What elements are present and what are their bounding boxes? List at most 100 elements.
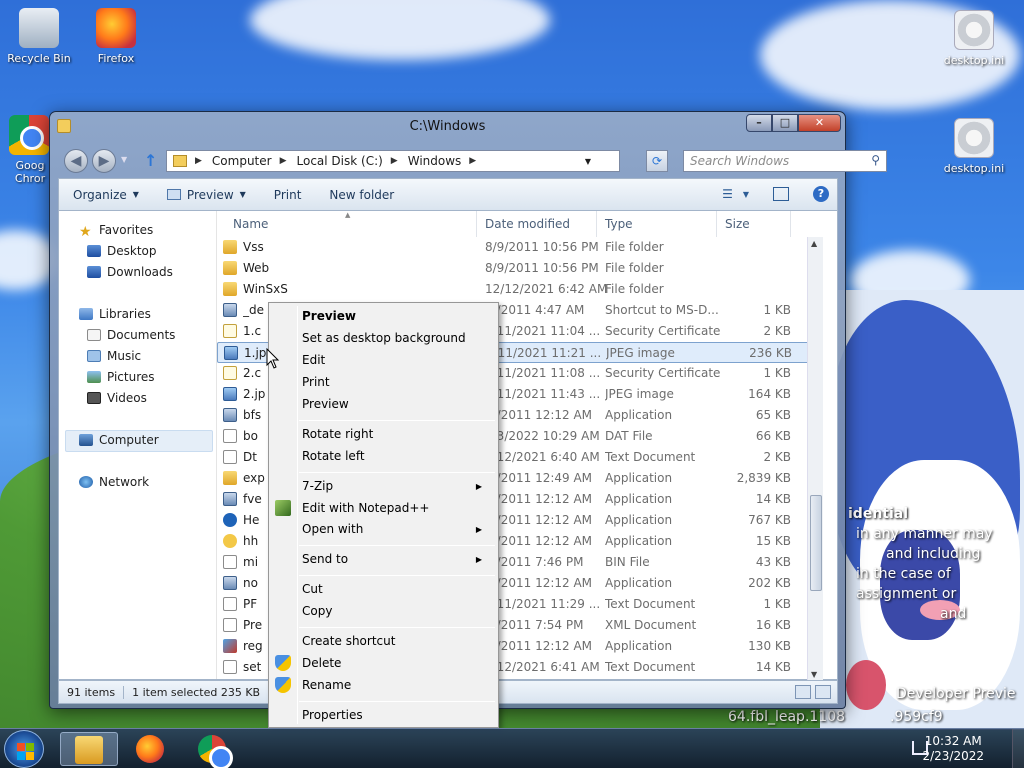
breadcrumb-arrow-icon[interactable]: ▶ xyxy=(195,156,202,166)
nav-downloads[interactable]: Downloads xyxy=(87,265,173,279)
nav-network[interactable]: Network xyxy=(79,475,149,489)
search-icon[interactable]: ⚲ xyxy=(871,153,880,167)
menu-item-open-with[interactable]: Open with ▶ xyxy=(302,522,492,536)
close-button[interactable]: ✕ xyxy=(798,114,841,132)
file-name: bfs xyxy=(243,408,262,422)
forward-button[interactable]: ▶ xyxy=(92,149,116,173)
scroll-down-icon[interactable]: ▼ xyxy=(811,670,817,679)
desktop-icon xyxy=(87,245,101,257)
nav-favorites[interactable]: ★ Favorites xyxy=(79,223,153,240)
system-clock[interactable]: 10:32 AM 2/23/2022 xyxy=(922,734,984,764)
menu-item-copy[interactable]: Copy xyxy=(302,604,492,618)
desktop-icon-desktop-ini[interactable]: desktop.ini xyxy=(938,118,1010,175)
menu-item-delete[interactable]: Delete xyxy=(302,656,492,670)
menu-item-preview[interactable]: Preview xyxy=(302,309,492,323)
folder-icon xyxy=(223,471,237,485)
show-desktop-button[interactable] xyxy=(1012,729,1024,768)
desktop-icon-firefox[interactable]: Firefox xyxy=(80,8,152,65)
menu-item-preview[interactable]: Preview xyxy=(302,397,492,411)
breadcrumb-arrow-icon[interactable]: ▶ xyxy=(469,156,476,166)
title-bar[interactable]: C:\Windows – □ ✕ xyxy=(50,112,845,142)
back-button[interactable]: ◀ xyxy=(64,149,88,173)
column-header-type[interactable]: Type xyxy=(597,211,717,237)
menu-item-create-shortcut[interactable]: Create shortcut xyxy=(302,634,492,648)
organize-button[interactable]: Organize ▼ xyxy=(73,188,139,202)
file-date: 2/12/2021 6:40 AM xyxy=(485,450,600,464)
breadcrumb-computer[interactable]: Computer xyxy=(212,154,272,168)
new-folder-button[interactable]: New folder xyxy=(329,188,394,202)
breadcrumb-local-disk[interactable]: Local Disk (C:) xyxy=(297,154,383,168)
column-label: Type xyxy=(605,217,633,231)
music-icon xyxy=(87,350,101,362)
details-view-icon[interactable] xyxy=(795,685,811,699)
scroll-thumb[interactable] xyxy=(810,495,822,591)
taskbar-chrome[interactable] xyxy=(184,732,242,768)
file-size: 65 KB xyxy=(755,408,791,422)
file-row[interactable]: WinSxS 12/12/2021 6:42 AM File folder xyxy=(217,279,823,300)
preview-pane-icon[interactable] xyxy=(773,187,789,201)
column-header-size[interactable]: Size xyxy=(717,211,791,237)
nav-desktop[interactable]: Desktop xyxy=(87,244,157,258)
desktop-icon-desktop-ini[interactable]: desktop.ini xyxy=(938,10,1010,67)
start-button[interactable] xyxy=(4,730,44,768)
menu-item-rename[interactable]: Rename xyxy=(302,678,492,692)
nav-pictures[interactable]: Pictures xyxy=(87,370,155,384)
refresh-button[interactable]: ⟳ xyxy=(646,150,668,172)
vertical-scrollbar[interactable]: ▲ ▼ xyxy=(807,237,823,681)
breadcrumb-arrow-icon[interactable]: ▶ xyxy=(280,156,287,166)
address-dropdown-icon[interactable]: ▼ xyxy=(585,157,591,166)
menu-item-properties[interactable]: Properties xyxy=(302,708,492,722)
menu-item-rotate-left[interactable]: Rotate left xyxy=(302,449,492,463)
nav-libraries[interactable]: Libraries xyxy=(79,307,151,321)
address-bar[interactable]: ▶ Computer ▶ Local Disk (C:) ▶ Windows ▶… xyxy=(166,150,620,172)
menu-item-label: Copy xyxy=(302,604,333,618)
nav-videos[interactable]: Videos xyxy=(87,391,147,405)
file-date: /23/2022 10:29 AM xyxy=(485,429,600,443)
nav-label: Network xyxy=(99,475,150,489)
menu-item-label: Send to xyxy=(302,552,349,566)
file-explorer-icon xyxy=(75,736,103,764)
file-name: 1.jp xyxy=(244,346,267,360)
file-name: set xyxy=(243,660,262,674)
nav-computer[interactable]: Computer xyxy=(79,433,159,447)
menu-item-cut[interactable]: Cut xyxy=(302,582,492,596)
view-options-chevron-icon[interactable]: ▼ xyxy=(743,190,749,199)
file-row[interactable]: Web 8/9/2011 10:56 PM File folder xyxy=(217,258,823,279)
menu-item-edit-with-notepad[interactable]: Edit with Notepad++ xyxy=(302,501,492,515)
print-button[interactable]: Print xyxy=(274,188,302,202)
menu-item-print[interactable]: Print xyxy=(302,375,492,389)
menu-item-rotate-right[interactable]: Rotate right xyxy=(302,427,492,441)
menu-item-7-zip[interactable]: 7-Zip ▶ xyxy=(302,479,492,493)
file-type: BIN File xyxy=(605,555,650,569)
file-size: 14 KB xyxy=(755,492,791,506)
document-icon xyxy=(223,450,237,464)
file-row[interactable]: Vss 8/9/2011 10:56 PM File folder xyxy=(217,237,823,258)
help-file-icon xyxy=(223,513,237,527)
desktop-icon-recycle-bin[interactable]: Recycle Bin xyxy=(3,8,75,65)
nav-documents[interactable]: Documents xyxy=(87,328,175,342)
column-header-name[interactable]: Name ▲ xyxy=(225,211,477,237)
up-arrow-icon[interactable]: ↑ xyxy=(144,151,157,170)
column-header-date[interactable]: Date modified xyxy=(477,211,597,237)
wallpaper-cloud xyxy=(250,0,550,60)
file-size: 1 KB xyxy=(763,597,791,611)
taskbar-explorer[interactable] xyxy=(60,732,118,766)
notepad-plus-plus-icon xyxy=(275,500,291,516)
recent-pages-chevron-icon[interactable]: ▼ xyxy=(121,155,127,164)
search-input[interactable]: Search Windows ⚲ xyxy=(683,150,887,172)
preview-button[interactable]: Preview ▼ xyxy=(166,188,246,202)
minimize-button[interactable]: – xyxy=(746,114,772,132)
large-icons-view-icon[interactable] xyxy=(815,685,831,699)
help-icon[interactable]: ? xyxy=(813,186,829,202)
view-options-icon[interactable]: ☰ xyxy=(722,187,733,201)
taskbar-firefox[interactable] xyxy=(122,732,180,766)
breadcrumb-windows[interactable]: Windows xyxy=(408,154,462,168)
breadcrumb-arrow-icon[interactable]: ▶ xyxy=(391,156,398,166)
menu-item-set-as-desktop-background[interactable]: Set as desktop background xyxy=(302,331,492,345)
maximize-button[interactable]: □ xyxy=(772,114,798,132)
nav-music[interactable]: Music xyxy=(87,349,141,363)
menu-item-send-to[interactable]: Send to ▶ xyxy=(302,552,492,566)
watermark-line: and including xyxy=(886,546,981,562)
scroll-up-icon[interactable]: ▲ xyxy=(811,239,817,248)
menu-item-edit[interactable]: Edit xyxy=(302,353,492,367)
